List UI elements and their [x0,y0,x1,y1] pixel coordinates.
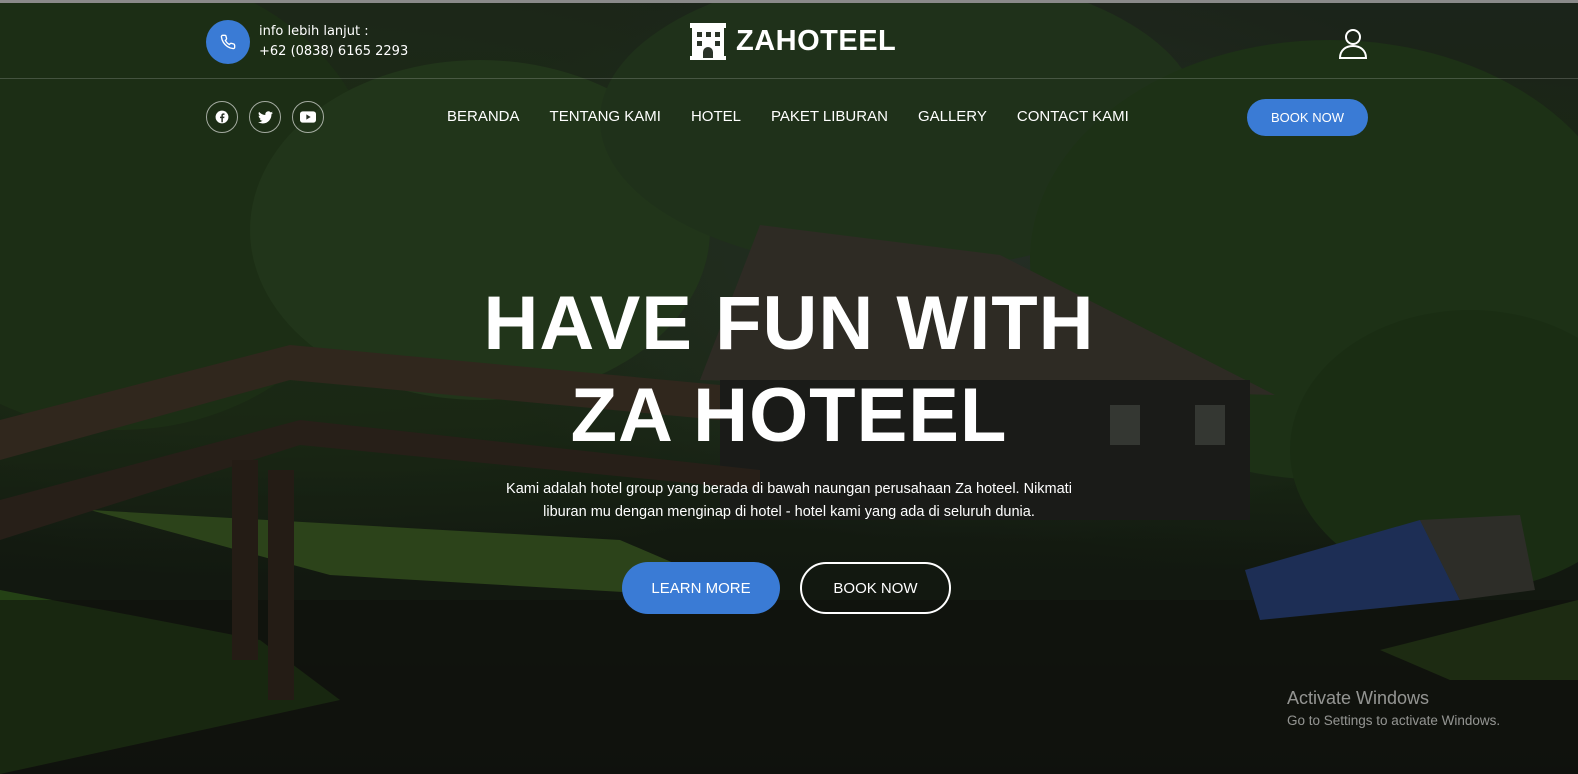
contact-info: info lebih lanjut : +62 (0838) 6165 2293 [259,22,408,62]
facebook-icon[interactable] [206,101,238,133]
hero-description: Kami adalah hotel group yang berada di b… [439,478,1139,524]
watermark-title: Activate Windows [1287,688,1430,708]
hero-title: HAVE FUN WITH ZA HOTEEL [289,278,1289,462]
watermark-subtitle: Go to Settings to activate Windows. [1287,713,1501,728]
nav-item-gallery[interactable]: GALLERY [918,108,987,125]
windows-activation-watermark: Activate Windows Go to Settings to activ… [1287,688,1500,728]
nav-item-beranda[interactable]: BERANDA [447,108,520,125]
book-now-header-button[interactable]: BOOK NOW [1247,99,1368,136]
hotel-building-icon [690,23,726,60]
nav-item-tentang-kami[interactable]: TENTANG KAMI [550,108,661,125]
site-logo[interactable]: ZAHOTEEL [688,21,896,61]
twitter-icon[interactable] [249,101,281,133]
nav-item-paket-liburan[interactable]: PAKET LIBURAN [771,108,888,125]
user-account-icon[interactable] [1338,27,1368,59]
hero-description-line-2: liburan mu dengan menginap di hotel - ho… [543,504,1035,520]
contact-label: info lebih lanjut : [259,24,369,39]
hero-description-line-1: Kami adalah hotel group yang berada di b… [506,481,1072,497]
contact-phone[interactable]: +62 (0838) 6165 2293 [259,42,408,62]
main-nav: BERANDA TENTANG KAMI HOTEL PAKET LIBURAN… [447,108,1129,125]
hero-title-line-1: HAVE FUN WITH [483,281,1095,366]
learn-more-button[interactable]: LEARN MORE [622,562,780,614]
youtube-icon[interactable] [292,101,324,133]
nav-item-contact-kami[interactable]: CONTACT KAMI [1017,108,1129,125]
book-now-hero-button[interactable]: BOOK NOW [800,562,951,614]
logo-text: ZAHOTEEL [736,24,897,57]
header-top-bar: info lebih lanjut : +62 (0838) 6165 2293… [0,3,1578,79]
phone-icon[interactable] [206,20,250,64]
nav-item-hotel[interactable]: HOTEL [691,108,741,125]
hero-title-line-2: ZA HOTEEL [570,373,1008,458]
